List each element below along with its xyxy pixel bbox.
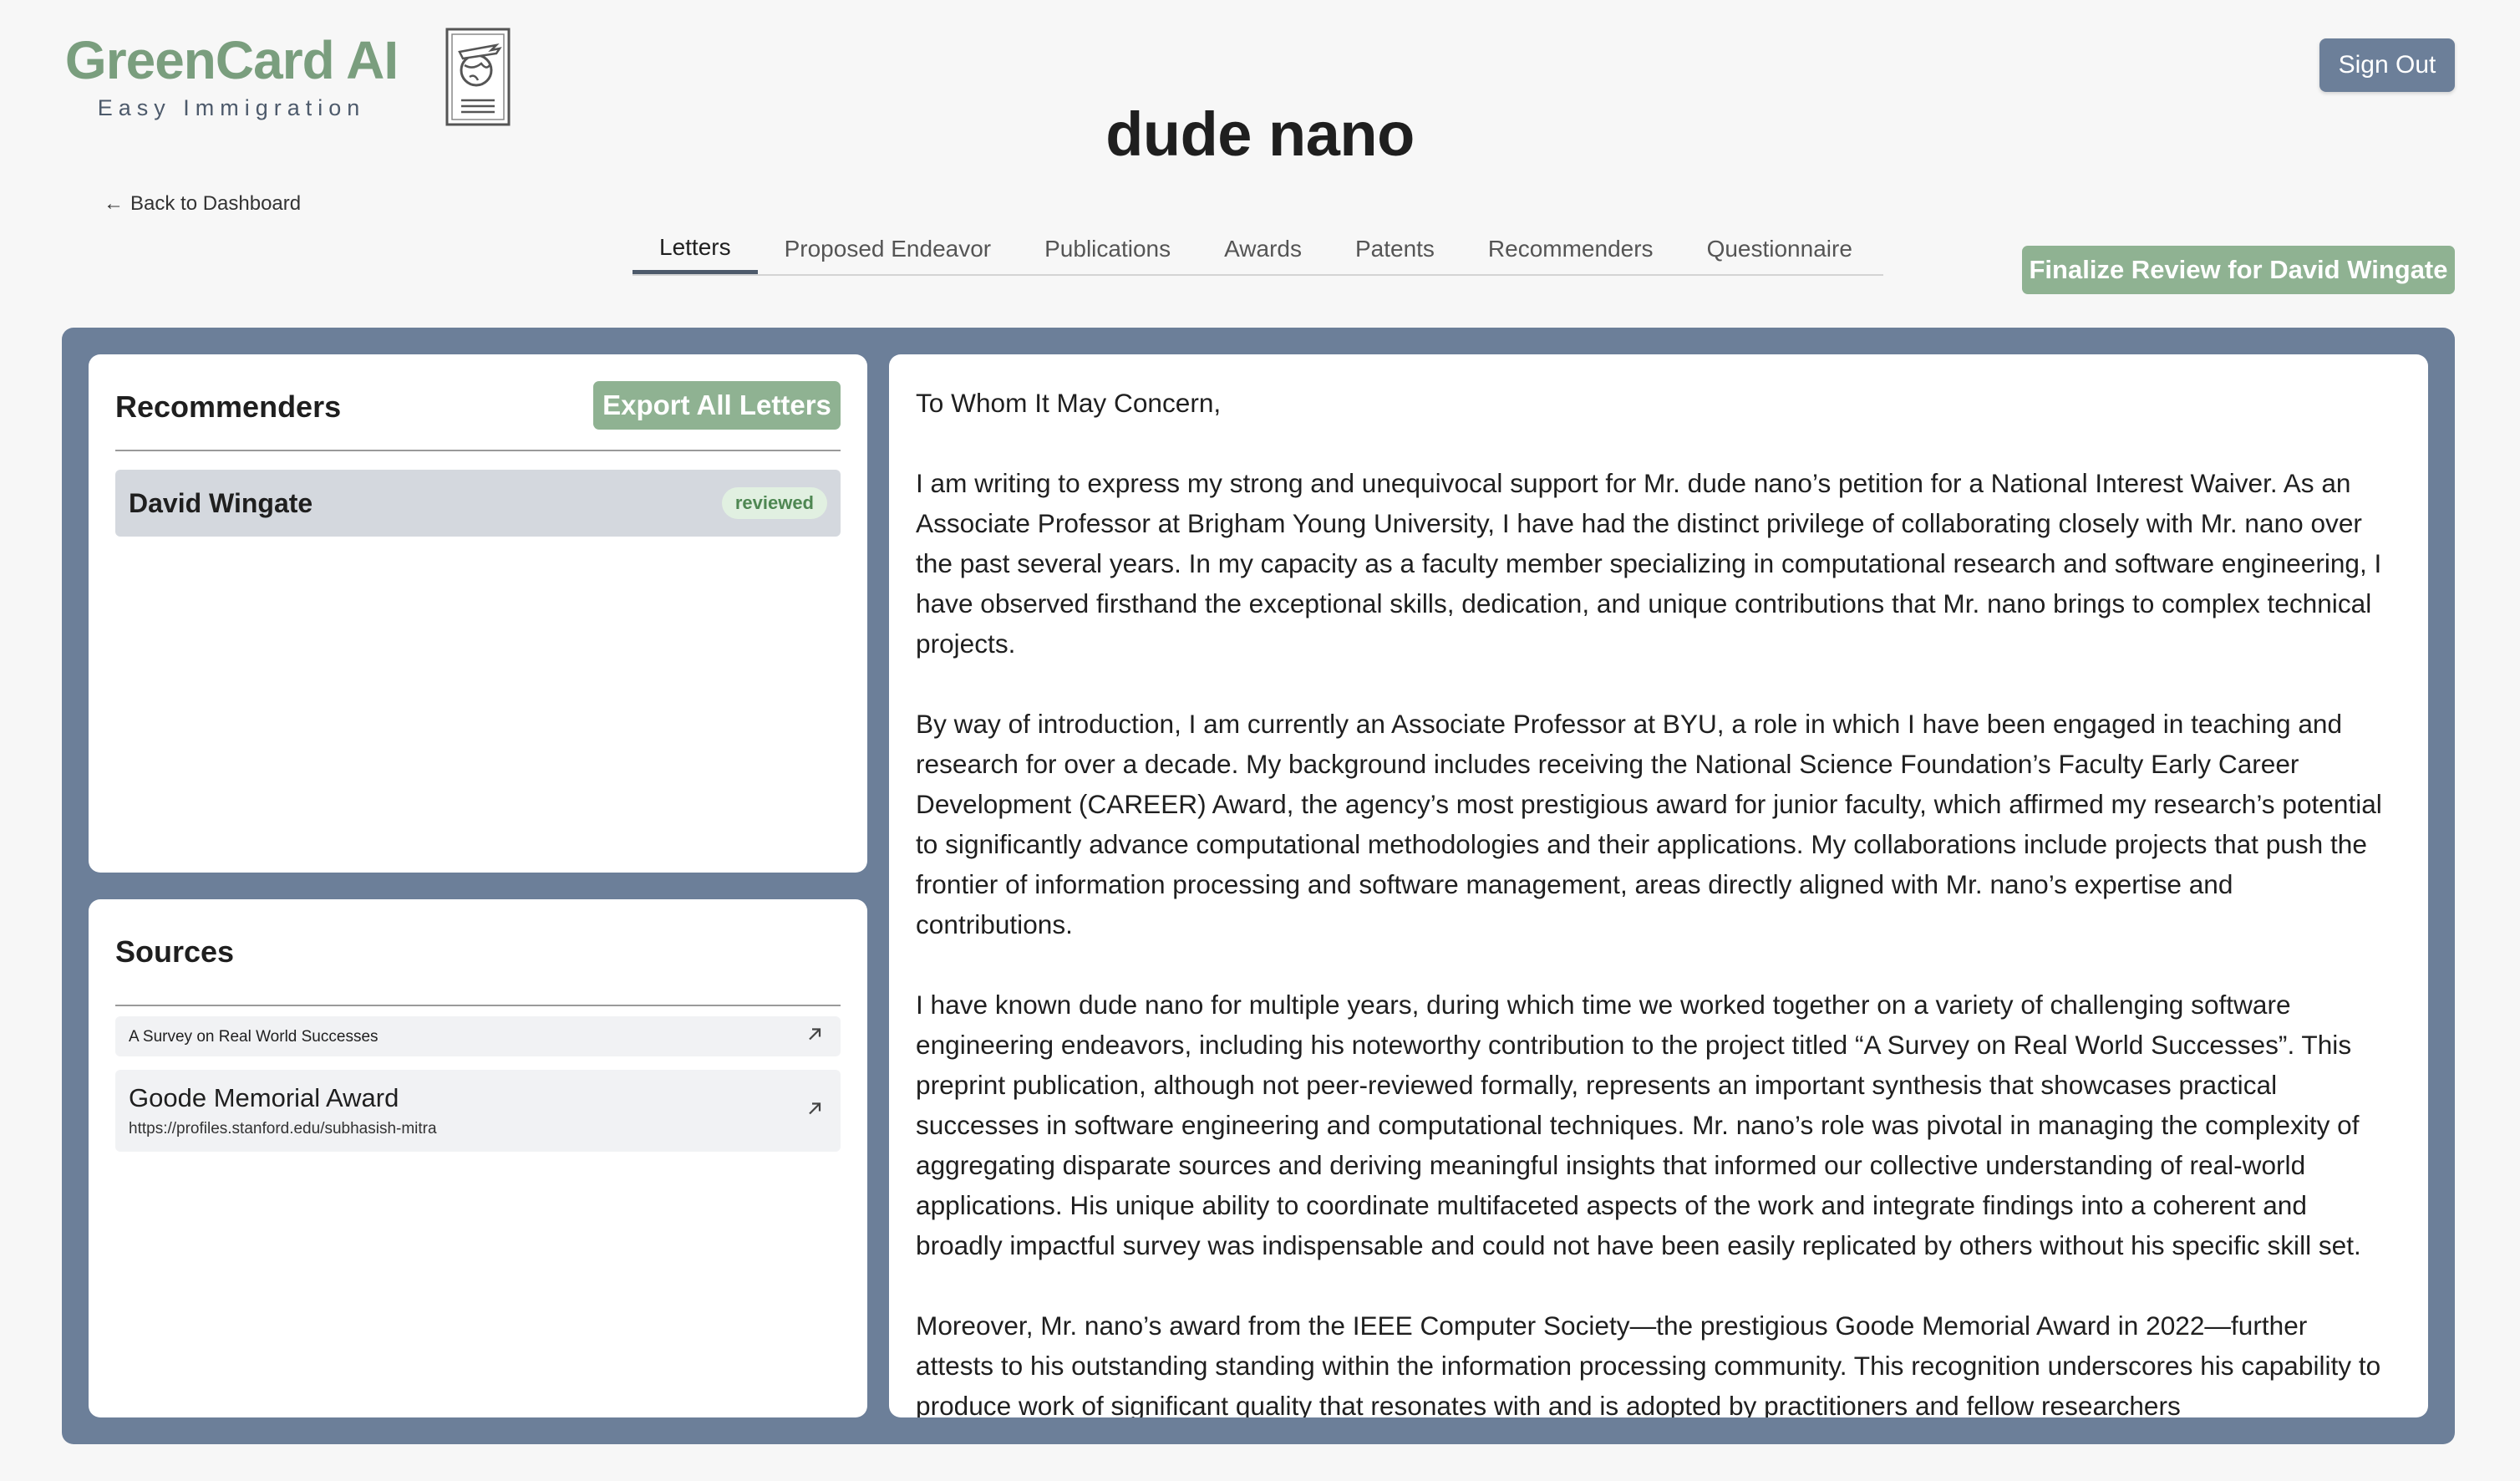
letter-paragraph: By way of introduction, I am currently a…	[916, 709, 2382, 939]
tab-letters[interactable]: Letters	[633, 222, 758, 274]
external-link-icon[interactable]	[805, 1100, 824, 1122]
export-all-letters-button[interactable]: Export All Letters	[593, 381, 841, 430]
source-item[interactable]: Goode Memorial Award https://profiles.st…	[115, 1070, 841, 1152]
back-label: Back to Dashboard	[130, 192, 302, 215]
sign-out-button[interactable]: Sign Out	[2319, 38, 2455, 92]
tab-patents[interactable]: Patents	[1329, 222, 1461, 274]
logo-title: GreenCard AI	[64, 30, 399, 90]
letter-paragraph: I have known dude nano for multiple year…	[916, 990, 2361, 1260]
source-title: A Survey on Real World Successes	[129, 1028, 379, 1046]
sources-list: A Survey on Real World Successes Goode M…	[115, 1016, 841, 1165]
page: GreenCard AI Easy Immigration dude nano …	[0, 0, 2520, 1481]
sources-header: Sources	[115, 926, 841, 1006]
arrow-left-icon: ←	[104, 192, 124, 215]
recommender-name: David Wingate	[129, 487, 313, 518]
tab-awards[interactable]: Awards	[1197, 222, 1329, 274]
recommenders-card: Recommenders Export All Letters David Wi…	[89, 354, 867, 873]
letter-paragraph: Moreover, Mr. nano’s award from the IEEE…	[916, 1311, 2381, 1417]
sources-card: Sources A Survey on Real World Successes…	[89, 899, 867, 1417]
back-to-dashboard-link[interactable]: ← Back to Dashboard	[104, 192, 301, 216]
tab-bar: Letters Proposed Endeavor Publications A…	[633, 222, 1883, 276]
recommenders-header: Recommenders Export All Letters	[115, 381, 841, 451]
page-title: dude nano	[1105, 99, 1415, 169]
letter-body: To Whom It May Concern, I am writing to …	[916, 383, 2388, 1417]
tab-questionnaire[interactable]: Questionnaire	[1680, 222, 1879, 274]
tab-proposed-endeavor[interactable]: Proposed Endeavor	[758, 222, 1019, 274]
external-link-icon[interactable]	[805, 1026, 824, 1048]
source-url: https://profiles.stanford.edu/subhasish-…	[129, 1120, 437, 1137]
tab-publications[interactable]: Publications	[1018, 222, 1197, 274]
letter-paragraph: I am writing to express my strong and un…	[916, 468, 2382, 659]
finalize-review-button[interactable]: Finalize Review for David Wingate	[2022, 246, 2455, 294]
tab-recommenders[interactable]: Recommenders	[1461, 222, 1680, 274]
source-title: Goode Memorial Award	[129, 1083, 399, 1112]
letter-card[interactable]: To Whom It May Concern, I am writing to …	[889, 354, 2428, 1417]
main-panel: Recommenders Export All Letters David Wi…	[62, 328, 2455, 1444]
sources-title: Sources	[115, 934, 235, 969]
recommender-item[interactable]: David Wingate reviewed	[115, 470, 841, 537]
status-badge: reviewed	[721, 487, 827, 519]
recommenders-title: Recommenders	[115, 389, 342, 424]
source-item[interactable]: A Survey on Real World Successes	[115, 1016, 841, 1056]
letter-paragraph: To Whom It May Concern,	[916, 388, 1222, 418]
